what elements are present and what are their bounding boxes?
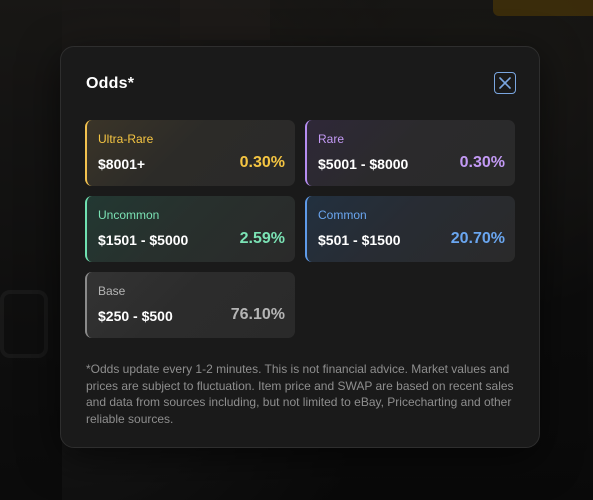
odds-tile-uncommon: Uncommon $1501 - $5000 2.59% xyxy=(85,196,295,262)
tier-name: Rare xyxy=(318,132,345,146)
tier-name: Ultra-Rare xyxy=(98,132,154,146)
tier-odds: 76.10% xyxy=(230,306,285,323)
tier-name: Common xyxy=(318,208,367,222)
odds-tile-base: Base $250 - $500 76.10% xyxy=(85,272,295,338)
tier-price-range: $501 - $1500 xyxy=(318,232,401,248)
tier-odds: 0.30% xyxy=(239,154,285,171)
modal-title: Odds* xyxy=(86,75,135,92)
tier-name: Uncommon xyxy=(98,208,160,222)
tier-name: Base xyxy=(98,284,126,298)
tier-price-range: $1501 - $5000 xyxy=(98,232,189,248)
odds-tile-rare: Rare $5001 - $8000 0.30% xyxy=(305,120,515,186)
tier-price-range: $250 - $500 xyxy=(98,308,173,324)
tier-odds: 2.59% xyxy=(239,230,285,247)
close-button[interactable] xyxy=(494,72,516,94)
tier-price-range: $8001+ xyxy=(98,156,146,172)
odds-modal: Odds* Ultra-Rare $8001+ 0.30% Rare $5001… xyxy=(60,46,540,448)
tier-odds: 0.30% xyxy=(459,154,505,171)
tier-odds: 20.70% xyxy=(450,230,505,247)
close-icon xyxy=(499,77,511,89)
odds-tile-ultra-rare: Ultra-Rare $8001+ 0.30% xyxy=(85,120,295,186)
tier-price-range: $5001 - $8000 xyxy=(318,156,409,172)
odds-tile-common: Common $501 - $1500 20.70% xyxy=(305,196,515,262)
odds-disclaimer: *Odds update every 1-2 minutes. This is … xyxy=(86,362,514,426)
